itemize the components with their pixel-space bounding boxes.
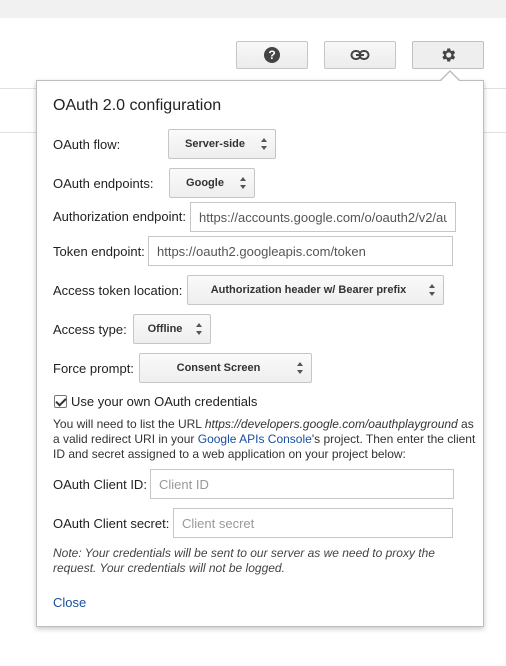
token-endpoint-input[interactable] — [148, 236, 453, 266]
panel-title: OAuth 2.0 configuration — [53, 97, 222, 114]
select-arrows-icon — [196, 323, 203, 335]
access-type-select[interactable]: Offline — [133, 314, 211, 344]
client-id-input[interactable] — [150, 469, 454, 499]
select-arrows-icon — [297, 362, 304, 374]
credentials-note: Note: Your credentials will be sent to o… — [53, 546, 435, 575]
redirect-url: https://developers.google.com/oauthplayg… — [204, 417, 458, 431]
settings-button[interactable] — [412, 41, 484, 69]
oauth-endpoints-label: OAuth endpoints: — [53, 176, 154, 191]
oauth-flow-select[interactable]: Server-side — [168, 129, 276, 159]
access-type-label: Access type: — [53, 322, 127, 337]
select-arrows-icon — [240, 177, 247, 189]
force-prompt-value: Consent Screen — [176, 362, 261, 374]
oauth-flow-value: Server-side — [185, 138, 245, 150]
help-icon: ? — [264, 47, 280, 63]
oauth-endpoints-select[interactable]: Google — [169, 168, 255, 198]
link-button[interactable] — [324, 41, 396, 69]
client-id-label: OAuth Client ID: — [53, 477, 147, 492]
link-icon — [350, 50, 370, 60]
panel-caret — [441, 72, 459, 81]
select-arrows-icon — [429, 284, 436, 296]
oauth-endpoints-value: Google — [186, 177, 224, 189]
access-token-location-label: Access token location: — [53, 283, 183, 298]
google-apis-console-link[interactable]: Google APIs Console — [198, 432, 312, 446]
gear-icon — [442, 48, 456, 62]
top-strip — [0, 0, 506, 18]
access-token-location-value: Authorization header w/ Bearer prefix — [210, 284, 407, 296]
instructions-text: You will need to list the URL https://de… — [53, 417, 478, 462]
instructions-part1: You will need to list the URL — [53, 417, 205, 431]
access-type-value: Offline — [147, 323, 183, 335]
help-button[interactable]: ? — [236, 41, 308, 69]
authorization-endpoint-input[interactable] — [190, 202, 456, 232]
divider — [0, 132, 40, 133]
select-arrows-icon — [261, 138, 268, 150]
force-prompt-label: Force prompt: — [53, 361, 134, 376]
authorization-endpoint-label: Authorization endpoint: — [53, 209, 186, 224]
client-secret-input[interactable] — [173, 508, 453, 538]
divider — [484, 132, 506, 133]
token-endpoint-label: Token endpoint: — [53, 244, 145, 259]
force-prompt-select[interactable]: Consent Screen — [139, 353, 312, 383]
access-token-location-select[interactable]: Authorization header w/ Bearer prefix — [187, 275, 444, 305]
oauth-flow-label: OAuth flow: — [53, 137, 121, 152]
close-link[interactable]: Close — [53, 595, 86, 610]
own-credentials-label: Use your own OAuth credentials — [71, 394, 258, 409]
own-credentials-checkbox[interactable] — [54, 395, 67, 408]
client-secret-label: OAuth Client secret: — [53, 516, 170, 531]
